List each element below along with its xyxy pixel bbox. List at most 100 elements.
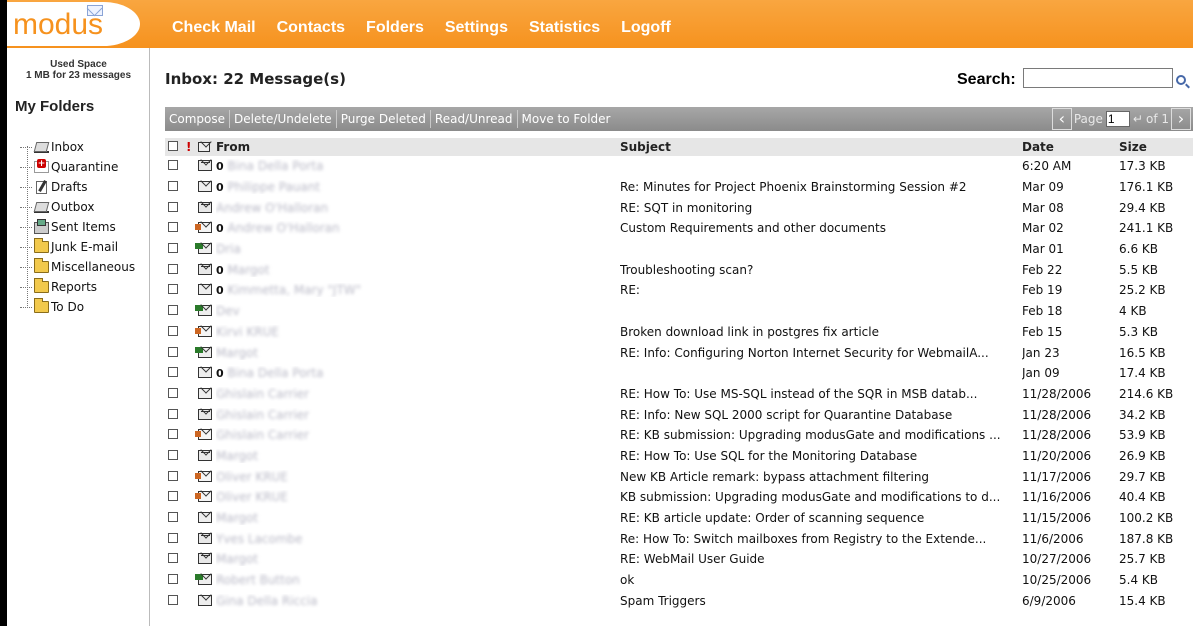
date-column-header[interactable]: Date bbox=[1022, 140, 1119, 154]
subject-cell[interactable]: Broken download link in postgres fix art… bbox=[620, 325, 1022, 339]
from-cell[interactable]: Ghislain Carrier bbox=[216, 408, 620, 422]
row-checkbox[interactable] bbox=[168, 573, 180, 587]
priority-column-header[interactable]: ! bbox=[186, 140, 194, 154]
subject-cell[interactable]: RE: KB submission: Upgrading modusGate a… bbox=[620, 428, 1022, 442]
folder-drafts[interactable]: Drafts bbox=[20, 177, 135, 197]
nav-settings[interactable]: Settings bbox=[445, 19, 508, 37]
table-row[interactable]: Oliver KRUE New KB Article remark: bypass… bbox=[165, 466, 1193, 487]
table-row[interactable]: Ghislain Carrier RE: How To: Use MS-SQL i… bbox=[165, 384, 1193, 405]
from-cell[interactable]: Robert Button bbox=[216, 573, 620, 587]
previous-page-arrow-icon[interactable]: ‹ bbox=[1051, 108, 1072, 130]
table-row[interactable]: Andrew O'Halloran RE: SQT in monitoring Ma… bbox=[165, 197, 1193, 218]
row-checkbox[interactable] bbox=[168, 490, 180, 504]
subject-cell[interactable]: RE: bbox=[620, 283, 1022, 297]
row-checkbox[interactable] bbox=[168, 387, 180, 401]
row-checkbox[interactable] bbox=[168, 346, 180, 360]
table-row[interactable]: 0 Kimmetta, Mary "JTW" RE: Feb 19 25.2 KB bbox=[165, 280, 1193, 301]
nav-folders[interactable]: Folders bbox=[366, 19, 424, 37]
table-row[interactable]: Ghislain Carrier RE: Info: New SQL 2000 s… bbox=[165, 404, 1193, 425]
from-cell[interactable]: Oliver KRUE bbox=[216, 470, 620, 484]
from-cell[interactable]: Andrew O'Halloran bbox=[216, 201, 620, 215]
row-checkbox[interactable] bbox=[168, 428, 180, 442]
from-cell[interactable]: Yves Lacombe bbox=[216, 532, 620, 546]
subject-cell[interactable]: Re: Minutes for Project Phoenix Brainsto… bbox=[620, 180, 1022, 194]
from-cell[interactable]: Margot bbox=[216, 346, 620, 360]
nav-contacts[interactable]: Contacts bbox=[277, 19, 345, 37]
read-unread-button[interactable]: Read/Unread bbox=[431, 110, 518, 128]
row-checkbox[interactable] bbox=[168, 552, 180, 566]
row-checkbox[interactable] bbox=[168, 304, 180, 318]
subject-cell[interactable]: RE: Info: Configuring Norton Internet Se… bbox=[620, 346, 1022, 360]
table-row[interactable]: Dev Feb 18 4 KB bbox=[165, 301, 1193, 322]
subject-cell[interactable]: Troubleshooting scan? bbox=[620, 263, 1022, 277]
row-checkbox[interactable] bbox=[168, 470, 180, 484]
page-number-input[interactable] bbox=[1105, 111, 1130, 127]
go-page-icon[interactable]: ↵ bbox=[1133, 112, 1143, 126]
subject-column-header[interactable]: Subject bbox=[620, 140, 1022, 154]
subject-cell[interactable]: RE: How To: Use SQL for the Monitoring D… bbox=[620, 449, 1022, 463]
subject-cell[interactable]: ok bbox=[620, 573, 1022, 587]
table-row[interactable]: Margot RE: WebMail User Guide 10/27/2006 25… bbox=[165, 549, 1193, 570]
table-row[interactable]: Gina Della Riccia Spam Triggers 6/9/2006 15… bbox=[165, 590, 1193, 611]
from-cell[interactable]: Dria bbox=[216, 242, 620, 256]
compose-button[interactable]: Compose bbox=[165, 110, 231, 128]
from-cell[interactable]: 0 Kimmetta, Mary "JTW" bbox=[216, 283, 620, 297]
row-checkbox[interactable] bbox=[168, 532, 180, 546]
modus-logo[interactable]: modus bbox=[7, 2, 140, 46]
subject-cell[interactable]: Custom Requirements and other documents bbox=[620, 221, 1022, 235]
row-checkbox[interactable] bbox=[168, 283, 180, 297]
table-row[interactable]: Margot RE: KB article update: Order of sc… bbox=[165, 508, 1193, 529]
table-row[interactable]: Ghislain Carrier RE: KB submission: Upgra… bbox=[165, 425, 1193, 446]
row-checkbox[interactable] bbox=[168, 159, 180, 173]
table-row[interactable]: Oliver KRUE KB submission: Upgrading modu… bbox=[165, 487, 1193, 508]
from-cell[interactable]: Margot bbox=[216, 511, 620, 525]
from-cell[interactable]: 0 Margot bbox=[216, 263, 620, 277]
from-cell[interactable]: Margot bbox=[216, 449, 620, 463]
row-checkbox[interactable] bbox=[168, 221, 180, 235]
table-row[interactable]: 0 Bina Della Porta 6:20 AM 17.3 KB bbox=[165, 156, 1193, 177]
from-column-header[interactable]: From bbox=[216, 140, 620, 154]
subject-cell[interactable]: KB submission: Upgrading modusGate and m… bbox=[620, 490, 1022, 504]
table-row[interactable]: Robert Button ok 10/25/2006 5.4 KB bbox=[165, 570, 1193, 591]
subject-cell[interactable]: New KB Article remark: bypass attachment… bbox=[620, 470, 1022, 484]
table-row[interactable]: 0 Andrew O'Halloran Custom Requirements a… bbox=[165, 218, 1193, 239]
from-cell[interactable]: 0 Bina Della Porta bbox=[216, 366, 620, 380]
table-row[interactable]: Dria Mar 01 6.6 KB bbox=[165, 239, 1193, 260]
folder-inbox[interactable]: Inbox bbox=[20, 137, 135, 157]
search-input[interactable] bbox=[1023, 68, 1173, 88]
subject-cell[interactable]: Spam Triggers bbox=[620, 594, 1022, 608]
nav-logoff[interactable]: Logoff bbox=[621, 19, 671, 37]
search-icon[interactable] bbox=[1176, 75, 1186, 85]
from-cell[interactable]: Ghislain Carrier bbox=[216, 428, 620, 442]
row-checkbox[interactable] bbox=[168, 408, 180, 422]
subject-cell[interactable]: RE: SQT in monitoring bbox=[620, 201, 1022, 215]
next-page-arrow-icon[interactable]: › bbox=[1171, 108, 1191, 130]
folder-miscellaneous[interactable]: Miscellaneous bbox=[20, 257, 135, 277]
row-checkbox[interactable] bbox=[168, 366, 180, 380]
folder-reports[interactable]: Reports bbox=[20, 277, 135, 297]
from-cell[interactable]: 0 Philippe Pauant bbox=[216, 180, 620, 194]
purge-deleted-button[interactable]: Purge Deleted bbox=[337, 110, 431, 128]
table-row[interactable]: Margot RE: Info: Configuring Norton Inter… bbox=[165, 342, 1193, 363]
from-cell[interactable]: Dev bbox=[216, 304, 620, 318]
row-checkbox[interactable] bbox=[168, 449, 180, 463]
table-row[interactable]: Yves Lacombe Re: How To: Switch mailboxes… bbox=[165, 528, 1193, 549]
from-cell[interactable]: Kirvi KRUE bbox=[216, 325, 620, 339]
folder-to-do[interactable]: To Do bbox=[20, 297, 135, 317]
folder-outbox[interactable]: Outbox bbox=[20, 197, 135, 217]
size-column-header[interactable]: Size bbox=[1119, 140, 1189, 154]
row-checkbox[interactable] bbox=[168, 594, 180, 608]
folder-sent-items[interactable]: Sent Items bbox=[20, 217, 135, 237]
subject-cell[interactable]: Re: How To: Switch mailboxes from Regist… bbox=[620, 532, 1022, 546]
row-checkbox[interactable] bbox=[168, 180, 180, 194]
subject-cell[interactable]: RE: How To: Use MS-SQL instead of the SQ… bbox=[620, 387, 1022, 401]
subject-cell[interactable]: RE: WebMail User Guide bbox=[620, 552, 1022, 566]
table-row[interactable]: 0 Bina Della Porta Jan 09 17.4 KB bbox=[165, 363, 1193, 384]
delete-undelete-button[interactable]: Delete/Undelete bbox=[230, 110, 337, 128]
row-checkbox[interactable] bbox=[168, 325, 180, 339]
row-checkbox[interactable] bbox=[168, 263, 180, 277]
table-row[interactable]: Margot RE: How To: Use SQL for the Monito… bbox=[165, 446, 1193, 467]
table-row[interactable]: 0 Philippe Pauant Re: Minutes for Project… bbox=[165, 177, 1193, 198]
row-checkbox[interactable] bbox=[168, 242, 180, 256]
subject-cell[interactable]: RE: Info: New SQL 2000 script for Quaran… bbox=[620, 408, 1022, 422]
